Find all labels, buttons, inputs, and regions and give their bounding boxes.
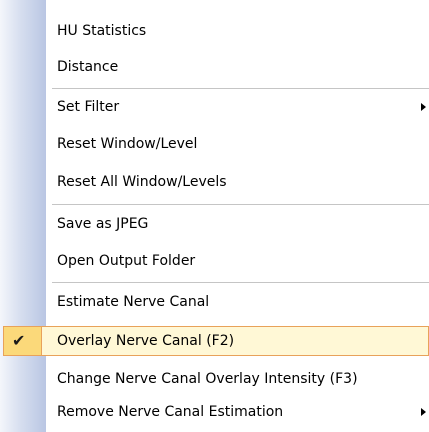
menu-item-label: Open Output Folder xyxy=(57,253,196,269)
menu-item-reset-all-window-levels[interactable]: Reset All Window/Levels xyxy=(0,163,429,201)
menu-item-overlay-nerve-canal[interactable]: ✔ Overlay Nerve Canal (F2) xyxy=(3,326,429,356)
menu-item-label: Reset All Window/Levels xyxy=(57,174,227,190)
menu-item-hu-statistics[interactable]: HU Statistics xyxy=(0,12,429,50)
menu-item-reset-window-level[interactable]: Reset Window/Level xyxy=(0,125,429,163)
menu-item-estimate-nerve-canal[interactable]: Estimate Nerve Canal xyxy=(0,283,429,321)
submenu-arrow-icon xyxy=(421,408,426,416)
menu-item-label: HU Statistics xyxy=(57,23,147,39)
checkmark-box: ✔ xyxy=(4,327,42,355)
menu-item-save-as-jpeg[interactable]: Save as JPEG xyxy=(0,205,429,243)
menu-item-label: Reset Window/Level xyxy=(57,136,198,152)
menu-item-set-filter[interactable]: Set Filter xyxy=(0,88,429,126)
menu-item-label: Estimate Nerve Canal xyxy=(57,294,210,310)
menu-item-open-output-folder[interactable]: Open Output Folder xyxy=(0,242,429,280)
menu-item-label: Remove Nerve Canal Estimation xyxy=(57,404,284,420)
menu-item-label: Overlay Nerve Canal (F2) xyxy=(57,333,235,349)
submenu-arrow-icon xyxy=(421,103,426,111)
menu-item-label: Set Filter xyxy=(57,99,120,115)
menu-item-distance[interactable]: Distance xyxy=(0,48,429,86)
menu-item-label: Distance xyxy=(57,59,119,75)
context-menu: HU Statistics Distance Set Filter Reset … xyxy=(0,0,429,432)
menu-item-remove-nerve-canal-estimation[interactable]: Remove Nerve Canal Estimation xyxy=(0,393,429,431)
menu-item-label: Save as JPEG xyxy=(57,216,149,232)
checkmark-icon: ✔ xyxy=(12,331,26,350)
